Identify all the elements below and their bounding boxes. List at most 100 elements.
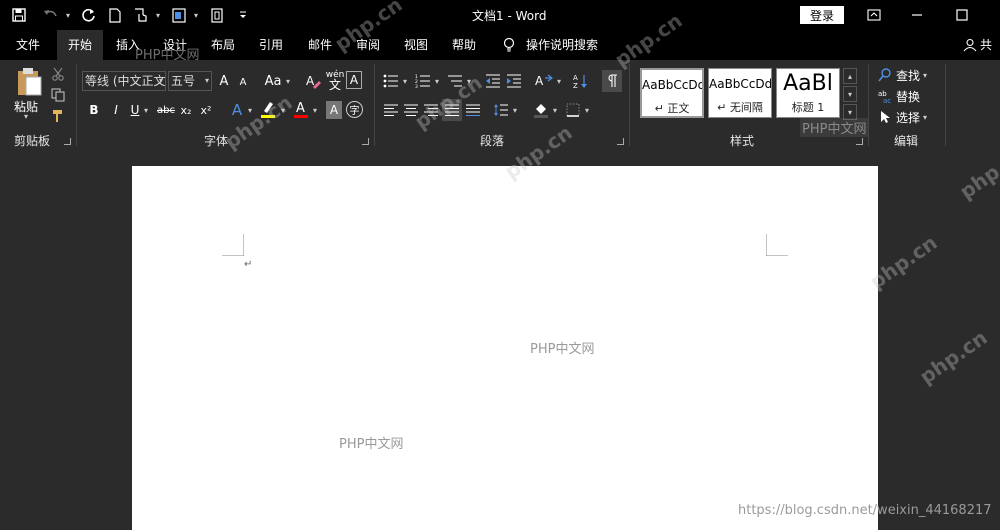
shrink-font-icon[interactable]: A [236,73,250,91]
bullets-dropdown-icon[interactable]: ▾ [401,72,409,90]
page-view-icon[interactable] [206,4,228,26]
tab-view[interactable]: 视图 [394,30,438,60]
style-no-spacing-sample: AaBbCcDd [709,77,771,91]
strikethrough-icon[interactable]: abc [156,100,176,120]
minimize-icon[interactable] [895,0,939,30]
style-heading-1-name: 标题 1 [791,101,825,114]
share-button[interactable]: 共享 [960,30,1000,82]
ribbon-display-options-icon[interactable] [852,0,896,30]
underline-dropdown-icon[interactable]: ▾ [142,100,150,120]
select-dropdown-icon: ▾ [923,112,928,122]
find-icon [878,68,891,82]
margin-corner-top-right [766,234,788,256]
paste-dropdown-icon[interactable]: ▾ [24,112,28,121]
touch-mode-dropdown-icon[interactable]: ▾ [156,11,164,20]
font-size-select[interactable]: 五号 ▾ [168,71,212,91]
replace-button[interactable]: ab ac 替换 [878,87,938,105]
font-name-value: 等线 (中文正文 [85,74,166,88]
undo-icon[interactable] [40,4,62,26]
change-case-icon[interactable]: Aa [262,71,284,91]
bold-icon[interactable]: B [86,100,102,120]
tab-file[interactable]: 文件 [6,30,50,60]
watermark-text: PHP中文网 [339,437,404,452]
style-normal-sample: AaBbCcDd [642,78,702,92]
superscript-icon[interactable]: x² [198,100,214,120]
underline-icon[interactable]: U [128,100,142,120]
cut-icon[interactable] [50,66,66,82]
watermark-ribbon: PHP中文网 [135,48,200,63]
find-button[interactable]: 查找 ▾ [878,66,938,84]
style-no-spacing[interactable]: AaBbCcDd ↵ 无间隔 [708,68,772,118]
bullets-icon[interactable] [382,72,400,90]
undo-dropdown-icon[interactable]: ▾ [66,11,74,20]
tab-help[interactable]: 帮助 [442,30,486,60]
tab-home[interactable]: 开始 [57,30,103,60]
styles-scroll-up-icon[interactable]: ▴ [843,68,857,84]
ribbon-home: 粘贴 ▾ 剪贴板 等线 (中文正文 ▾ 五号 ▾ A A Aa ▾ A wén 文 A… [0,48,1000,150]
borders-dropdown-icon[interactable]: ▾ [583,101,591,119]
line-spacing-dropdown-icon[interactable]: ▾ [511,101,519,119]
touch-mode-icon[interactable] [130,4,152,26]
save-icon[interactable] [8,4,30,26]
select-label: 选择 [896,110,921,125]
print-preview-dropdown-icon[interactable]: ▾ [194,11,202,20]
copy-icon[interactable] [50,87,66,103]
character-border-icon[interactable]: A [346,71,362,89]
change-case-dropdown-icon[interactable]: ▾ [284,71,292,91]
align-left-icon[interactable] [382,101,400,119]
document-page[interactable]: ↵ PHP中文网 PHP中文网 [132,166,878,530]
increase-indent-icon[interactable] [505,72,523,90]
font-color-dropdown-icon[interactable]: ▾ [311,100,319,120]
print-preview-icon[interactable] [168,4,190,26]
cursor-icon [881,111,890,123]
styles-scroll-down-icon[interactable]: ▾ [843,86,857,102]
borders-icon[interactable] [564,101,582,119]
tell-me-label: 操作说明搜索 [526,38,599,52]
redo-icon[interactable] [78,4,100,26]
font-size-value: 五号 [171,74,196,88]
format-painter-icon[interactable] [50,108,66,124]
maximize-icon[interactable] [940,0,984,30]
style-heading-1[interactable]: AaBl 标题 1 [776,68,840,118]
chinese-layout-dropdown-icon[interactable]: ▾ [555,72,563,90]
enclose-characters-icon[interactable]: 字 [346,101,363,118]
clear-formatting-icon[interactable]: A [304,71,322,91]
phonetic-guide-icon[interactable]: wén 文 [326,68,345,92]
paragraph-mark: ↵ [244,259,253,270]
font-dialog-launcher-icon[interactable] [362,138,369,145]
tab-layout[interactable]: 布局 [201,30,245,60]
margin-corner-top-left [222,234,244,256]
styles-dialog-launcher-icon[interactable] [856,138,863,145]
show-formatting-marks-icon[interactable] [602,70,622,92]
clipboard-dialog-launcher-icon[interactable] [64,138,71,145]
tell-me-search[interactable]: 操作说明搜索 [498,30,602,60]
grow-font-icon[interactable]: A [216,71,232,91]
style-normal-name: ↵ 正文 [654,102,690,115]
paragraph-dialog-launcher-icon[interactable] [617,138,624,145]
styles-group-label: 样式 [729,134,754,148]
select-button[interactable]: 选择 ▾ [878,108,938,126]
sort-icon[interactable]: AZ [572,72,590,90]
line-spacing-icon[interactable] [492,101,510,119]
paste-icon[interactable] [12,66,46,98]
decrease-indent-icon[interactable] [484,72,502,90]
numbering-icon[interactable]: 123 [414,72,432,90]
replace-label: 替换 [896,89,921,104]
character-shading-icon[interactable]: A [326,101,342,119]
new-document-icon[interactable] [104,4,126,26]
tab-references[interactable]: 引用 [249,30,293,60]
subscript-icon[interactable]: x₂ [178,100,194,120]
login-button[interactable]: 登录 [800,6,844,24]
document-title: 文档1 - Word [472,9,547,23]
numbering-dropdown-icon[interactable]: ▾ [433,72,441,90]
style-normal[interactable]: AaBbCcDd ↵ 正文 [640,68,704,118]
chinese-layout-icon[interactable]: A [534,72,554,90]
paragraph-shading-dropdown-icon[interactable]: ▾ [551,101,559,119]
customize-qat-icon[interactable] [232,4,254,26]
font-size-dropdown-icon: ▾ [204,76,209,85]
paragraph-shading-icon[interactable] [532,101,550,119]
font-name-select[interactable]: 等线 (中文正文 ▾ [82,71,166,91]
italic-icon[interactable]: I [108,100,124,120]
svg-text:3: 3 [415,84,418,88]
group-divider [76,64,77,146]
